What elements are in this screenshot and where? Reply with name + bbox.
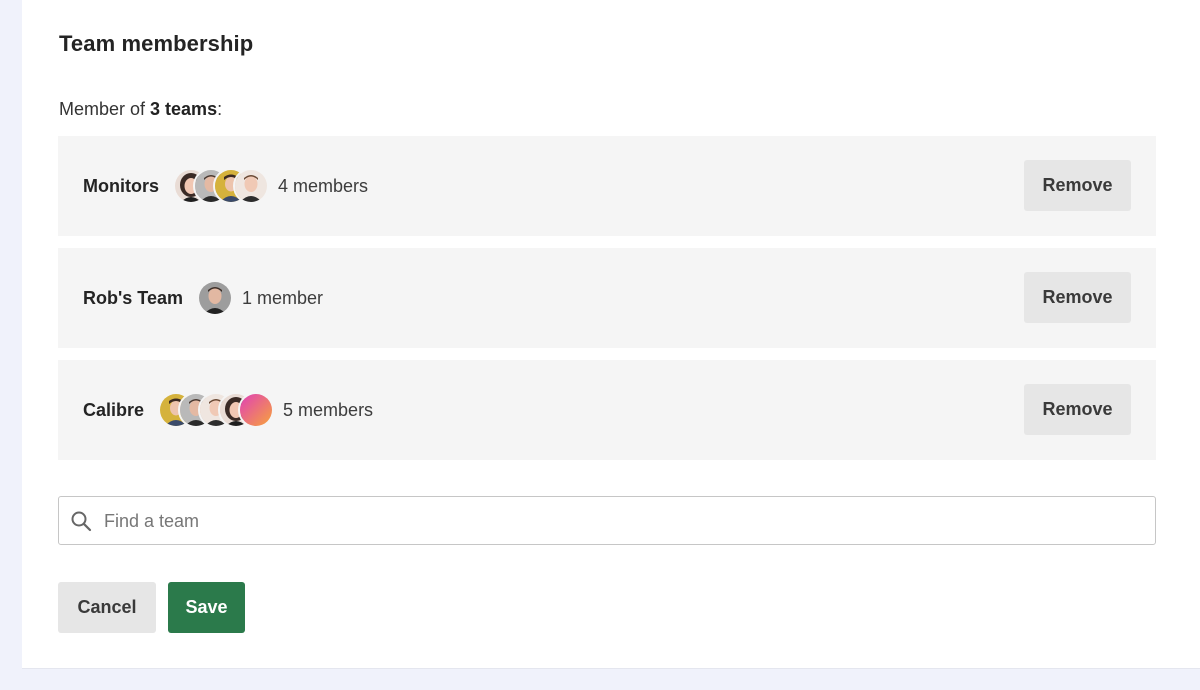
avatar	[233, 168, 269, 204]
member-count: 5 members	[283, 399, 374, 420]
team-name: Calibre	[83, 399, 145, 420]
search-icon	[70, 510, 92, 532]
member-avatars	[158, 392, 275, 428]
avatar	[238, 392, 275, 428]
team-row-monitors: Monitors 4 members Remove	[58, 136, 1156, 236]
search-input[interactable]	[102, 497, 1146, 546]
team-name: Monitors	[83, 175, 159, 196]
find-team-search	[58, 496, 1156, 546]
cancel-button[interactable]: Cancel	[58, 582, 156, 633]
summary-suffix: :	[217, 99, 223, 119]
summary-count: 3 teams	[150, 99, 218, 119]
team-row-robs-team: Rob's Team 1 member Remove	[58, 248, 1156, 348]
member-avatars	[173, 168, 269, 204]
member-count: 1 member	[241, 287, 323, 308]
remove-team-button[interactable]: Remove	[1024, 160, 1131, 211]
membership-summary: Member of 3 teams:	[59, 99, 222, 120]
member-avatars	[196, 280, 233, 316]
team-membership-card: Team membership Member of 3 teams: Monit…	[22, 0, 1200, 669]
save-button[interactable]: Save	[168, 582, 245, 633]
remove-team-button[interactable]: Remove	[1024, 272, 1131, 323]
remove-team-button[interactable]: Remove	[1024, 384, 1131, 435]
avatar	[196, 280, 233, 316]
page-title: Team membership	[59, 31, 254, 56]
form-actions: Cancel Save	[58, 582, 245, 633]
team-row-calibre: Calibre 5 members Remove	[58, 360, 1156, 460]
team-name: Rob's Team	[83, 287, 183, 308]
team-list: Monitors 4 members Remove Rob's Team 1 m…	[58, 136, 1156, 472]
summary-prefix: Member of	[59, 99, 151, 119]
member-count: 4 members	[278, 175, 369, 196]
